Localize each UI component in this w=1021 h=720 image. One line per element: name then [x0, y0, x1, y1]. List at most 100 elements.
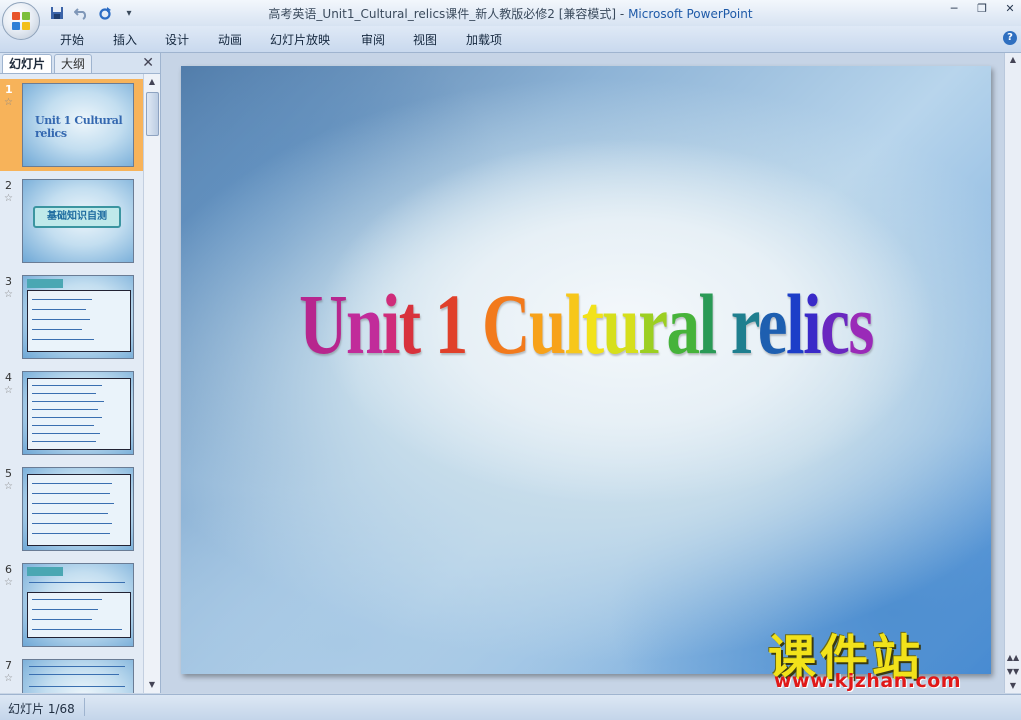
slide-title-char: s — [848, 276, 874, 372]
tab-add-ins[interactable]: 加载项 — [466, 31, 502, 48]
slide-title-char: l — [785, 276, 805, 372]
slide-title-char: r — [730, 276, 760, 372]
slide-number: 3 — [5, 275, 12, 288]
window-title: 高考英语_Unit1_Cultural_relics课件_新人教版必修2 [兼容… — [0, 5, 1021, 22]
scroll-down-icon[interactable]: ▼ — [1005, 679, 1021, 693]
tab-animations[interactable]: 动画 — [218, 31, 242, 48]
animation-star-icon: ☆ — [4, 97, 13, 108]
thumbnail-heading — [27, 567, 63, 576]
tab-slide-show[interactable]: 幻灯片放映 — [270, 31, 330, 48]
pane-tabs: 幻灯片 大纲 ✕ — [0, 53, 160, 74]
slide-preview — [22, 371, 134, 455]
slide-preview — [22, 275, 134, 359]
tab-view[interactable]: 视图 — [413, 31, 437, 48]
tab-outline[interactable]: 大纲 — [54, 54, 93, 73]
slide-title-char: U — [299, 276, 347, 372]
slide-thumbnail-7[interactable]: 7 ☆ — [0, 655, 143, 693]
close-icon[interactable]: ✕ — [1003, 2, 1017, 16]
slide-title-char: c — [820, 276, 850, 372]
slide-title-char: u — [528, 276, 566, 372]
restore-icon[interactable]: ❐ — [975, 2, 989, 16]
office-button[interactable] — [2, 2, 40, 40]
tab-home[interactable]: 开始 — [60, 31, 84, 48]
slide-number: 7 — [5, 659, 12, 672]
slide-thumbnail-1[interactable]: 1 ☆ Unit 1 Cultural relics — [0, 79, 143, 171]
animation-star-icon: ☆ — [4, 289, 13, 300]
scroll-thumb[interactable] — [146, 92, 159, 136]
slide-preview — [22, 467, 134, 551]
close-pane-icon[interactable]: ✕ — [142, 55, 154, 71]
thumbnail-banner: 基础知识自测 — [33, 206, 121, 228]
slide-title-char — [467, 276, 482, 372]
animation-star-icon: ☆ — [4, 577, 13, 588]
scroll-up-icon[interactable]: ▲ — [144, 74, 160, 90]
tab-design[interactable]: 设计 — [165, 31, 189, 48]
site-watermark-logo: 课件站 www.kjzhan.com — [768, 618, 1004, 698]
slide-title-char: l — [564, 276, 584, 372]
thumbnail-scrollbar[interactable]: ▲ ▼ — [143, 74, 160, 693]
app-name: Microsoft PowerPoint — [628, 7, 753, 21]
slide-preview: 基础知识自测 — [22, 179, 134, 263]
tab-review[interactable]: 审阅 — [361, 31, 385, 48]
slide-title-char: l — [698, 276, 717, 372]
document-name: 高考英语_Unit1_Cultural_relics课件_新人教版必修2 [兼容… — [268, 7, 617, 21]
slide-title-char — [420, 276, 435, 372]
thumbnail-content-box — [27, 592, 131, 638]
slides-pane: 幻灯片 大纲 ✕ 1 ☆ Unit 1 Cultural relics 2 ☆ … — [0, 53, 161, 693]
thumbnail-content-box — [27, 378, 131, 450]
thumbnail-content-box — [27, 474, 131, 546]
current-slide[interactable]: Unit 1 Cultural relics — [181, 66, 991, 674]
office-logo-icon — [12, 12, 30, 30]
tab-insert[interactable]: 插入 — [113, 31, 137, 48]
slide-number: 1 — [5, 83, 13, 96]
slide-title-char: u — [602, 276, 640, 372]
slide-title-char: i — [803, 276, 822, 372]
slide-preview: Unit 1 Cultural relics — [22, 83, 134, 167]
slide-number: 4 — [5, 371, 12, 384]
previous-slide-icon[interactable]: ▲▲ — [1005, 651, 1021, 665]
slide-title-char — [716, 276, 731, 372]
watermark-url: www.kjzhan.com — [774, 670, 962, 692]
animation-star-icon: ☆ — [4, 481, 13, 492]
thumbnail-title: Unit 1 Cultural relics — [35, 114, 123, 140]
slide-title-char: e — [757, 276, 788, 372]
slide-title-char: t — [581, 276, 604, 372]
status-divider — [84, 698, 85, 716]
slide-title-char: n — [345, 276, 383, 372]
scroll-down-icon[interactable]: ▼ — [144, 677, 160, 693]
thumbnail-list: 1 ☆ Unit 1 Cultural relics 2 ☆ 基础知识自测 3 … — [0, 74, 143, 693]
slide-title-char: r — [638, 276, 668, 372]
help-icon[interactable]: ? — [1003, 31, 1017, 45]
editor-scrollbar[interactable]: ▲ ▲▲ ▼▼ ▼ — [1004, 53, 1021, 693]
slide-thumbnail-5[interactable]: 5 ☆ — [0, 463, 143, 555]
slide-number: 2 — [5, 179, 12, 192]
slide-thumbnail-6[interactable]: 6 ☆ — [0, 559, 143, 651]
slide-thumbnail-2[interactable]: 2 ☆ 基础知识自测 — [0, 175, 143, 267]
animation-star-icon: ☆ — [4, 193, 13, 204]
thumbnail-heading — [27, 279, 63, 288]
slide-preview — [22, 563, 134, 647]
animation-star-icon: ☆ — [4, 673, 13, 684]
slide-title-char: t — [398, 276, 421, 372]
slide-title-char: C — [481, 276, 530, 372]
slide-title-char: i — [381, 276, 401, 372]
tab-slides[interactable]: 幻灯片 — [2, 54, 53, 73]
slide-preview — [22, 659, 134, 693]
slide-title-char: a — [666, 276, 700, 372]
ribbon-tabs: 开始 插入 设计 动画 幻灯片放映 审阅 视图 加载项 ? — [0, 26, 1021, 53]
slide-number: 6 — [5, 563, 12, 576]
minimize-icon[interactable]: ─ — [947, 2, 961, 16]
next-slide-icon[interactable]: ▼▼ — [1005, 665, 1021, 679]
slide-thumbnail-3[interactable]: 3 ☆ — [0, 271, 143, 363]
slide-title[interactable]: Unit 1 Cultural relics — [270, 274, 902, 374]
slide-editor: Unit 1 Cultural relics ▲ ▲▲ ▼▼ ▼ — [161, 53, 1021, 693]
scroll-up-icon[interactable]: ▲ — [1005, 53, 1021, 67]
slide-title-char: 1 — [434, 276, 469, 372]
slide-thumbnail-4[interactable]: 4 ☆ — [0, 367, 143, 459]
title-separator: - — [616, 7, 629, 21]
thumbnail-content-box — [27, 290, 131, 352]
slide-number: 5 — [5, 467, 12, 480]
animation-star-icon: ☆ — [4, 385, 13, 396]
window-controls: ─ ❐ ✕ — [947, 2, 1017, 16]
title-bar: ▾ 高考英语_Unit1_Cultural_relics课件_新人教版必修2 [… — [0, 0, 1021, 40]
